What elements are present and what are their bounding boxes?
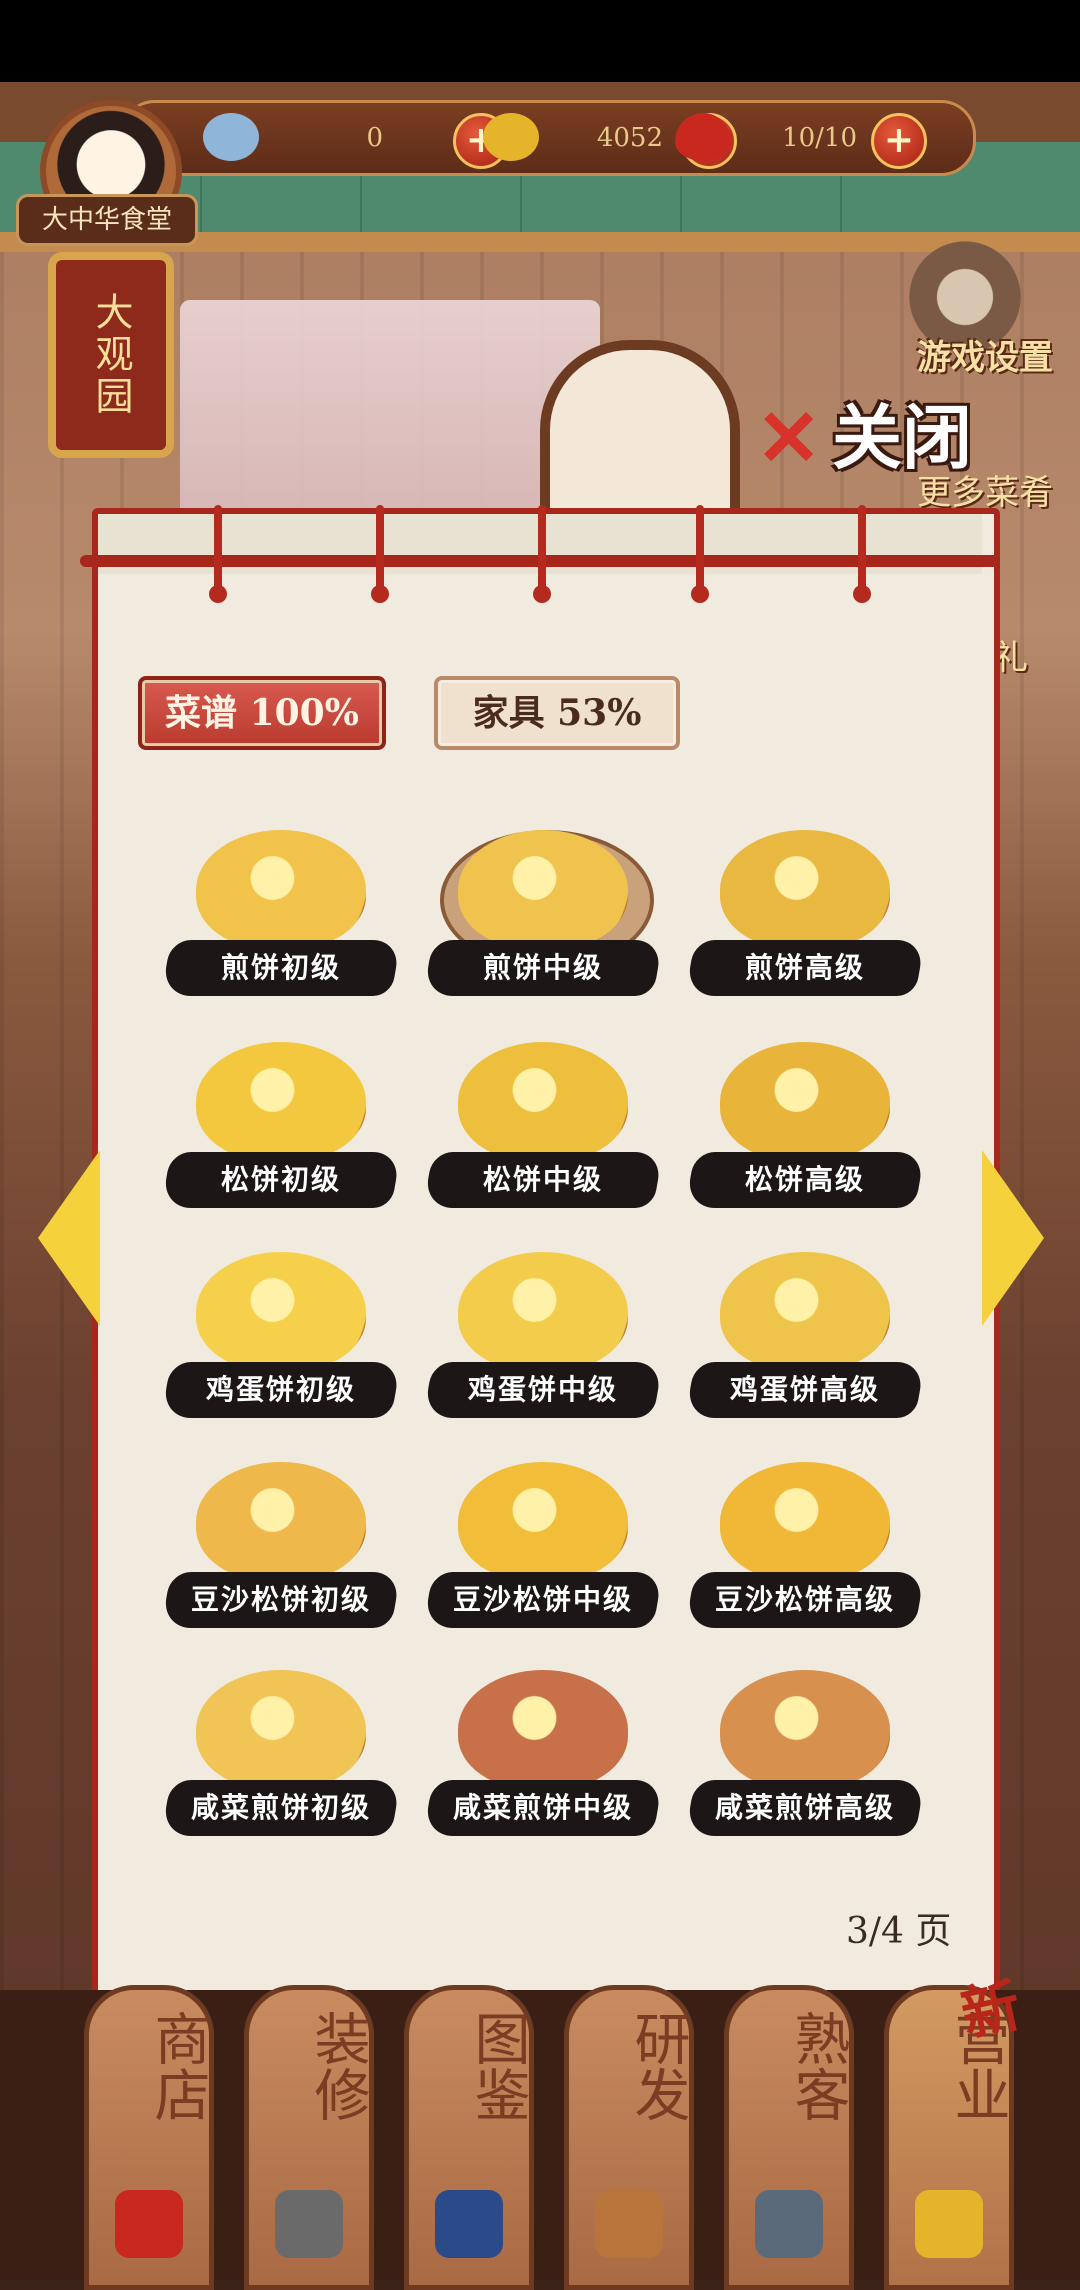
nav-label: 装修 [305,2010,370,2122]
dish-image-icon [196,830,366,950]
nav-label: 研发 [625,2010,690,2122]
binder-ring [214,505,222,593]
dish-label: 松饼初级 [220,1163,341,1196]
tab-furniture[interactable]: 家具 53% [434,676,680,750]
resource-silver: 0 + [203,109,509,169]
dish-image-icon [196,1670,366,1790]
dish-item[interactable]: 咸菜煎饼高级 [680,1670,930,1860]
dish-label: 煎饼中级 [482,951,603,984]
nav-button[interactable]: 研发 [564,1985,694,2290]
book-icon [435,2190,503,2258]
close-icon: ✕ [756,393,822,484]
dish-item[interactable]: 豆沙松饼初级 [156,1462,406,1652]
dish-image-icon [458,1042,628,1162]
dish-label: 豆沙松饼中级 [452,1583,633,1616]
dish-label: 煎饼初级 [220,951,341,984]
close-label: 关闭 [832,396,972,479]
dish-item[interactable]: 豆沙松饼中级 [418,1462,668,1652]
binder-ring-dot [533,585,551,603]
dish-item[interactable]: 煎饼初级 [156,830,406,1020]
nav-label: 商店 [145,2010,210,2122]
dish-item[interactable]: 松饼初级 [156,1042,406,1232]
dish-image-icon [720,1670,890,1790]
nav-button[interactable]: 装修 [244,1985,374,2290]
tab-recipes[interactable]: 菜谱 100% [138,676,386,750]
wok-icon [915,2190,983,2258]
dish-item[interactable]: 鸡蛋饼初级 [156,1252,406,1442]
dish-item[interactable]: 鸡蛋饼高级 [680,1252,930,1442]
dish-image-icon [720,830,890,950]
resource-stamina: 10/10 + [675,109,927,169]
hammer-icon [275,2190,343,2258]
silver-ingot-icon [203,113,259,161]
dish-image-icon [458,1252,628,1372]
dish-item[interactable]: 松饼高级 [680,1042,930,1232]
gold-value: 4052 [596,123,663,153]
nav-label: 图鉴 [465,2010,530,2122]
dish-image-icon [720,1252,890,1372]
nav-button[interactable]: 图鉴 [404,1985,534,2290]
page-indicator: 3/4 页 [846,1911,952,1952]
dish-image-icon [458,1670,628,1790]
dish-image-icon [458,1462,628,1582]
dish-item[interactable]: 咸菜煎饼中级 [418,1670,668,1860]
binder-ring [858,505,866,593]
binder-ring-dot [691,585,709,603]
dish-image-icon [458,830,628,950]
dish-item[interactable]: 豆沙松饼高级 [680,1462,930,1652]
dish-label: 鸡蛋饼中级 [467,1373,618,1406]
dish-label: 煎饼高级 [744,951,865,984]
dish-label: 豆沙松饼高级 [714,1583,895,1616]
dish-item[interactable]: 鸡蛋饼中级 [418,1252,668,1442]
binder-ring [538,505,546,593]
prev-page-arrow-icon[interactable] [38,1150,100,1326]
heart-icon [675,113,731,161]
gift-box-icon [115,2190,183,2258]
dish-label: 鸡蛋饼高级 [729,1373,880,1406]
next-page-arrow-icon[interactable] [982,1150,1044,1326]
shop-name: 大中华食堂 [16,194,198,246]
dish-label: 鸡蛋饼初级 [205,1373,356,1406]
dish-item[interactable]: 松饼中级 [418,1042,668,1232]
binder-ring-dot [853,585,871,603]
close-button[interactable]: ✕ 关闭 [752,392,982,482]
gold-coin-icon [483,113,539,161]
area-sign-button[interactable]: 大观园 [48,252,174,458]
silver-value: 0 [366,123,383,153]
dish-label: 咸菜煎饼中级 [452,1791,633,1824]
pot-icon [595,2190,663,2258]
dish-label: 咸菜煎饼高级 [714,1791,895,1824]
dish-image-icon [720,1042,890,1162]
status-bar [0,0,1080,82]
nav-button[interactable]: 商店 [84,1985,214,2290]
dish-item[interactable]: 煎饼中级 [418,830,668,1020]
dish-item[interactable]: 咸菜煎饼初级 [156,1670,406,1860]
binder-ring [696,505,704,593]
binder-ring [376,505,384,593]
dish-label: 咸菜煎饼初级 [190,1791,371,1824]
binder-ring-dot [371,585,389,603]
dish-item[interactable]: 煎饼高级 [680,830,930,1020]
game-settings-label[interactable]: 游戏设置 [900,330,1070,380]
binder-ring-dot [209,585,227,603]
dish-image-icon [196,1252,366,1372]
dish-image-icon [196,1462,366,1582]
dish-image-icon [196,1042,366,1162]
dish-label: 松饼高级 [744,1163,865,1196]
nav-button[interactable]: 熟客 [724,1985,854,2290]
dish-label: 松饼中级 [482,1163,603,1196]
add-stamina-button[interactable]: + [871,113,927,169]
resource-bar: 0 + 4052 + 10/10 + [120,100,976,176]
dish-image-icon [720,1462,890,1582]
stamina-value: 10/10 [782,123,857,153]
customer-icon [755,2190,823,2258]
nav-label: 熟客 [785,2010,850,2122]
dish-label: 豆沙松饼初级 [190,1583,371,1616]
